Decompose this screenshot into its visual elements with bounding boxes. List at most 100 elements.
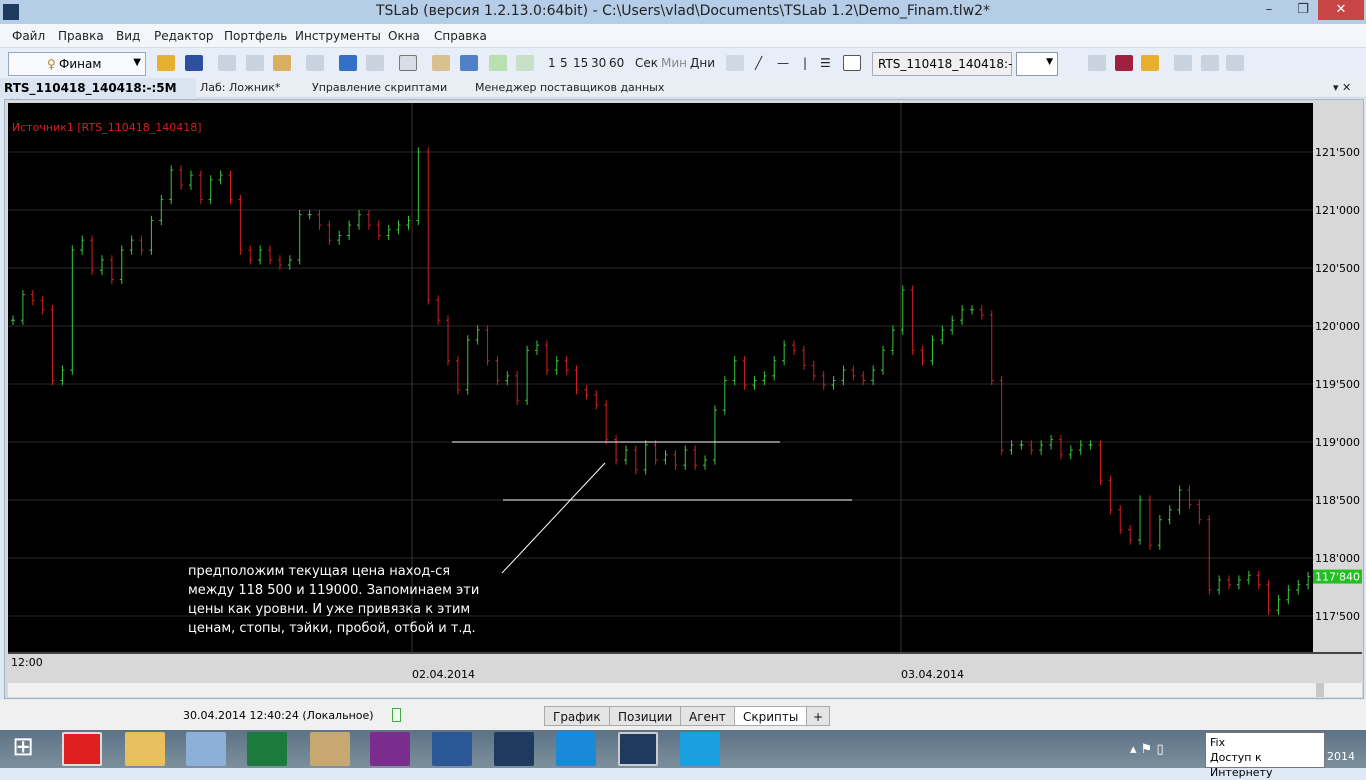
- scheme-icon[interactable]: [460, 55, 478, 71]
- interval-60[interactable]: 60: [609, 56, 624, 70]
- chart-legend: Источник1 [RTS_110418_140418]: [12, 121, 202, 134]
- tab-chart[interactable]: RTS_110418_140418:-:5M ×: [0, 78, 196, 109]
- menu-tools[interactable]: Инструменты: [295, 29, 381, 43]
- price-bar: [890, 325, 895, 355]
- price-bar: [90, 235, 95, 275]
- onenote-icon[interactable]: [370, 732, 410, 766]
- step-icon[interactable]: [516, 55, 534, 71]
- menu-editor[interactable]: Редактор: [154, 29, 213, 43]
- tab-lab[interactable]: Лаб: Ложник*: [200, 81, 280, 94]
- price-bar: [633, 445, 638, 475]
- price-tick: 118'500: [1315, 494, 1360, 507]
- price-bar: [564, 356, 569, 375]
- unit-days[interactable]: Дни: [690, 56, 715, 70]
- price-bar: [792, 340, 797, 355]
- start-icon[interactable]: ⊞: [6, 732, 40, 766]
- add-tab-button[interactable]: +: [806, 706, 831, 726]
- tslab-active-icon[interactable]: [618, 732, 658, 766]
- layout1-icon[interactable]: [1174, 55, 1192, 71]
- bottom-tab-chart[interactable]: График: [544, 706, 610, 726]
- horizontal-scrollbar[interactable]: [8, 683, 1362, 697]
- excel-icon[interactable]: [247, 732, 287, 766]
- interval-5[interactable]: 5: [560, 56, 568, 70]
- price-bar: [436, 295, 441, 325]
- menu-view[interactable]: Вид: [116, 29, 140, 43]
- open-icon[interactable]: [157, 55, 175, 71]
- window-title: TSLab (версия 1.2.13.0:64bit) - C:\Users…: [375, 3, 991, 19]
- word-icon[interactable]: [432, 732, 472, 766]
- price-bar: [1296, 580, 1301, 595]
- status-indicator-icon: [392, 708, 401, 722]
- skype-icon[interactable]: [680, 732, 720, 766]
- paint-icon[interactable]: [310, 732, 350, 766]
- menu-windows[interactable]: Окна: [388, 29, 420, 43]
- save-rs-icon[interactable]: [1115, 55, 1133, 71]
- price-bar: [208, 175, 213, 205]
- hline-tool-icon[interactable]: —: [777, 56, 789, 70]
- interval-1[interactable]: 1: [548, 56, 556, 70]
- pointer-icon[interactable]: [726, 55, 744, 71]
- tab-data-providers[interactable]: Менеджер поставщиков данных: [475, 81, 664, 94]
- save-layout-icon[interactable]: [1088, 55, 1106, 71]
- tab-menu-icon[interactable]: ▾ ✕: [1333, 81, 1351, 94]
- yandex-browser-icon[interactable]: [62, 732, 102, 766]
- redo-icon[interactable]: [366, 55, 384, 71]
- save-icon[interactable]: [185, 55, 203, 71]
- vline-tool-icon[interactable]: |: [803, 56, 807, 70]
- tray-icons[interactable]: ▴ ⚑ ▯: [1130, 742, 1164, 757]
- tslab-icon[interactable]: [494, 732, 534, 766]
- menu-edit[interactable]: Правка: [58, 29, 104, 43]
- calculator-icon[interactable]: [186, 732, 226, 766]
- price-bar: [861, 371, 866, 386]
- price-bar: [1276, 595, 1281, 615]
- play-icon[interactable]: [489, 55, 507, 71]
- undo-icon[interactable]: [339, 55, 357, 71]
- price-bar: [1058, 435, 1063, 460]
- price-bar: [772, 356, 777, 381]
- menu-help[interactable]: Справка: [434, 29, 487, 43]
- unit-min[interactable]: Мин: [661, 56, 687, 70]
- price-bar: [1187, 485, 1192, 510]
- price-bar: [60, 365, 65, 386]
- price-bar: [722, 375, 727, 415]
- price-bar: [30, 290, 35, 306]
- text-tool-icon[interactable]: [843, 55, 861, 71]
- cut-icon[interactable]: [246, 55, 264, 71]
- price-bar: [465, 335, 470, 395]
- restore-button[interactable]: ❐: [1288, 0, 1318, 20]
- delete-icon[interactable]: [306, 55, 324, 71]
- scroll-thumb[interactable]: [1316, 683, 1324, 697]
- menu-portfolio[interactable]: Портфель: [224, 29, 287, 43]
- price-bar: [989, 310, 994, 386]
- price-bar: [80, 235, 85, 255]
- bottom-tab-agent[interactable]: Агент: [680, 706, 735, 726]
- price-bar: [327, 220, 332, 245]
- paste-icon[interactable]: [273, 55, 291, 71]
- menu-file[interactable]: Файл: [12, 29, 45, 43]
- copy-icon[interactable]: [218, 55, 236, 71]
- bottom-tab-positions[interactable]: Позиции: [609, 706, 682, 726]
- line-tool-icon[interactable]: ╱: [755, 56, 762, 70]
- layout3-icon[interactable]: [1226, 55, 1244, 71]
- broker-select[interactable]: ♀ Финам ▼: [8, 52, 146, 76]
- properties-icon[interactable]: [399, 55, 417, 71]
- price-bar: [821, 371, 826, 390]
- bottom-tab-scripts[interactable]: Скрипты: [734, 706, 808, 726]
- minimize-button[interactable]: –: [1254, 0, 1284, 20]
- open-folder-icon[interactable]: [1141, 55, 1159, 71]
- close-button[interactable]: ✕: [1318, 0, 1364, 20]
- symbol-select[interactable]: RTS_110418_140418:-: [872, 52, 1012, 76]
- price-bar: [940, 325, 945, 345]
- color-select[interactable]: ▼: [1016, 52, 1058, 76]
- file-explorer-icon[interactable]: [125, 732, 165, 766]
- interval-30[interactable]: 30: [591, 56, 606, 70]
- layout2-icon[interactable]: [1201, 55, 1219, 71]
- tab-script-manager[interactable]: Управление скриптами: [312, 81, 447, 94]
- chart-icon[interactable]: [432, 55, 450, 71]
- teamviewer-icon[interactable]: [556, 732, 596, 766]
- price-bar: [534, 340, 539, 355]
- unit-sec[interactable]: Сек: [635, 56, 658, 70]
- fibo-tool-icon[interactable]: ☰: [820, 56, 831, 70]
- interval-15[interactable]: 15: [573, 56, 588, 70]
- price-bar: [11, 315, 15, 325]
